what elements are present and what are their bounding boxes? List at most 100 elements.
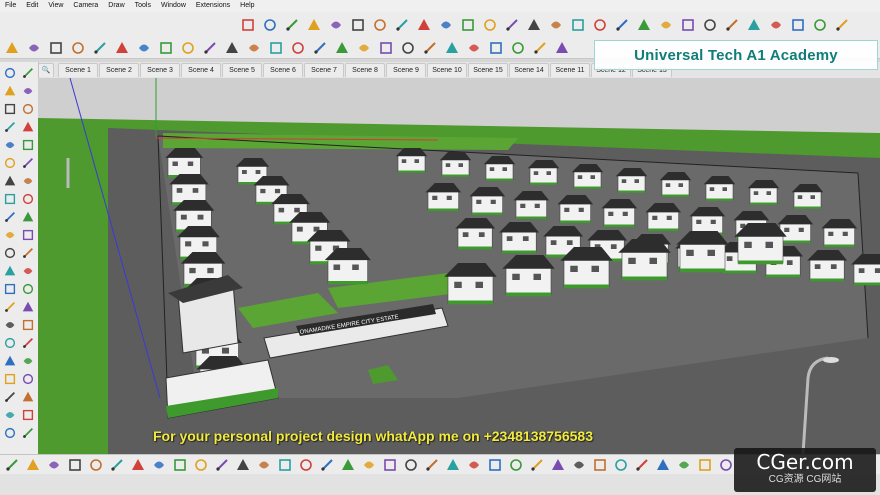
model-info-icon[interactable] [224,40,240,56]
eraser-icon[interactable] [21,66,35,80]
text-icon[interactable] [504,17,520,33]
smoove-icon[interactable] [697,457,713,473]
cut-icon[interactable] [554,40,570,56]
section-icon[interactable] [768,17,784,33]
protractor-icon[interactable] [21,390,35,404]
delete-icon[interactable] [136,40,152,56]
scene-tab[interactable]: Scene 10 [427,63,467,77]
smoove-icon[interactable] [25,457,41,473]
position-camera-icon[interactable] [319,457,335,473]
look-around-icon[interactable] [298,457,314,473]
offset-icon[interactable] [460,17,476,33]
zoom-icon[interactable] [21,246,35,260]
solid-union-icon[interactable] [466,457,482,473]
push-pull-icon[interactable] [378,40,394,56]
arc-icon[interactable] [3,102,17,116]
intersect-icon[interactable] [445,457,461,473]
paint-icon[interactable] [3,282,17,296]
move-icon[interactable] [394,17,410,33]
scene-tab[interactable]: Scene 9 [386,63,426,77]
offset-icon[interactable] [3,372,17,386]
pencil-icon[interactable] [312,40,328,56]
menu-edit[interactable]: Edit [21,0,43,12]
save-icon[interactable] [532,40,548,56]
search-icon[interactable] [246,40,262,56]
sandbox-icon[interactable] [4,457,20,473]
offset-icon[interactable] [3,174,17,188]
pan-icon[interactable] [3,246,17,260]
move-icon[interactable] [400,40,416,56]
copy-icon[interactable] [92,40,108,56]
trim-icon[interactable] [508,457,524,473]
scene-tab[interactable]: Scene 6 [263,63,303,77]
rotate-icon[interactable] [3,354,17,368]
print-icon[interactable] [202,40,218,56]
walk-icon[interactable] [277,457,293,473]
camera-icon[interactable] [592,457,608,473]
look-around-icon[interactable] [634,457,650,473]
move-icon[interactable] [21,336,35,350]
zoom-extents-icon[interactable] [614,17,630,33]
paint-icon[interactable] [3,84,17,98]
new-icon[interactable] [488,40,504,56]
split-icon[interactable] [193,457,209,473]
layout-icon[interactable] [680,17,696,33]
section-plane-icon[interactable] [235,457,251,473]
new-icon[interactable] [4,40,20,56]
text-icon[interactable] [3,210,17,224]
orbit-icon[interactable] [21,228,35,242]
redo-icon[interactable] [180,40,196,56]
scale-icon[interactable] [438,17,454,33]
flip-edge-icon[interactable] [424,457,440,473]
orbit-icon[interactable] [21,426,35,440]
polygon-icon[interactable] [21,120,35,134]
trim-icon[interactable] [172,457,188,473]
move-icon[interactable] [21,138,35,152]
open-icon[interactable] [510,40,526,56]
eraser-icon[interactable] [812,17,828,33]
cut-icon[interactable] [70,40,86,56]
rectangle-icon[interactable] [21,102,35,116]
line-icon[interactable] [21,84,35,98]
axes-icon[interactable] [526,17,542,33]
camera-icon[interactable] [256,457,272,473]
axes-icon[interactable] [3,228,17,242]
outer-shell-icon[interactable] [550,457,566,473]
dimension-icon[interactable] [21,210,35,224]
intersect-icon[interactable] [109,457,125,473]
tape-measure-icon[interactable] [3,390,17,404]
circle-icon[interactable] [3,120,17,134]
fog-icon[interactable] [746,17,762,33]
scene-tab[interactable]: Scene 4 [181,63,221,77]
drape-icon[interactable] [403,457,419,473]
undo-icon[interactable] [158,40,174,56]
orbit-icon[interactable] [548,17,564,33]
scene-tab[interactable]: Scene 11 [550,63,590,77]
line-icon[interactable] [21,282,35,296]
paint-icon[interactable] [284,17,300,33]
scene-tab[interactable]: Scene 7 [304,63,344,77]
split-icon[interactable] [529,457,545,473]
offset-icon[interactable] [466,40,482,56]
axes-icon[interactable] [3,426,17,440]
solid-subtract-icon[interactable] [151,457,167,473]
push-pull-icon[interactable] [3,138,17,152]
rectangle-icon[interactable] [350,17,366,33]
tape-measure-icon[interactable] [3,192,17,206]
protractor-icon[interactable] [21,192,35,206]
paste-icon[interactable] [114,40,130,56]
drape-icon[interactable] [67,457,83,473]
arc-icon[interactable] [334,40,350,56]
text-icon[interactable] [3,408,17,422]
menu-tools[interactable]: Tools [130,0,156,12]
zoom-icon[interactable] [592,17,608,33]
arc-icon[interactable] [3,300,17,314]
circle-icon[interactable] [3,318,17,332]
eraser-icon[interactable] [21,264,35,278]
menu-window[interactable]: Window [156,0,191,12]
menu-view[interactable]: View [43,0,68,12]
3d-warehouse-icon[interactable] [636,17,652,33]
flip-edge-icon[interactable] [88,457,104,473]
dimension-icon[interactable] [21,408,35,422]
open-icon[interactable] [26,40,42,56]
